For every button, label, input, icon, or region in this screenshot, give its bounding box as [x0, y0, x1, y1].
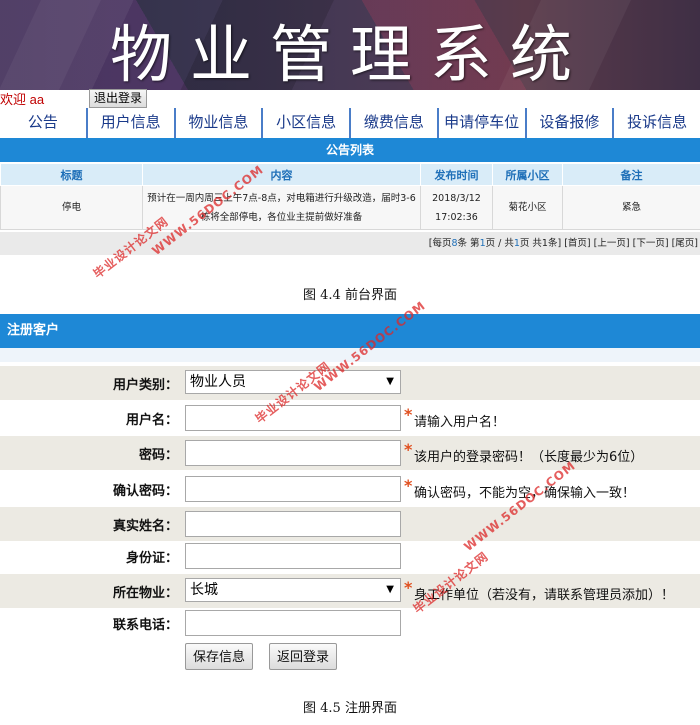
form-row-confirm-password: 确认密码： * 确认密码，不能为空，确保输入一致！ — [0, 472, 700, 506]
announcement-list-header: 公告列表 — [0, 138, 700, 162]
nav-item-user-info[interactable]: 用户信息 — [85, 108, 174, 138]
nav-item-payment-info[interactable]: 缴费信息 — [349, 108, 437, 138]
phone-label: 联系电话： — [112, 618, 178, 633]
form-row-property: 所在物业： 长城 ▼ * 身工作单位（若没有，请联系管理员添加）！ — [0, 574, 700, 608]
welcome-text: 欢迎 aa — [0, 92, 45, 107]
back-to-login-button[interactable]: 返回登录 — [269, 643, 338, 670]
nav-item-property-info[interactable]: 物业信息 — [173, 108, 262, 138]
figure-caption: 图 4.4 前台界面 — [303, 288, 397, 303]
main-nav: 公告 用户信息 物业信息 小区信息 缴费信息 申请停车位 设备报修 投诉信息 — [0, 108, 700, 138]
id-card-label: 身份证： — [125, 551, 178, 566]
pager-prev-link[interactable]: [上一页] — [594, 238, 630, 249]
table-row[interactable]: 停电 预计在一周内周三上午7点-8点，对电箱进行升级改造，届时3-6栋将全部停电… — [0, 185, 700, 230]
real-name-label: 真实姓名： — [112, 519, 178, 534]
nav-item-announcements[interactable]: 公告 — [0, 108, 86, 138]
form-row-id-card: 身份证： — [0, 539, 700, 573]
pager-text: 条 第 — [457, 238, 480, 249]
nav-item-complaints[interactable]: 投诉信息 — [612, 108, 700, 138]
username-label: 用户名： — [125, 413, 178, 428]
id-card-input[interactable] — [185, 543, 401, 569]
pagination: [每页8条 第1页 / 共1页 共1条] [首页] [上一页] [下一页] [尾… — [0, 232, 700, 255]
password-hint: 该用户的登录密码！（长度最少为6位） — [414, 450, 644, 465]
save-button[interactable]: 保存信息 — [185, 643, 254, 670]
chevron-down-icon: ▼ — [386, 376, 394, 387]
form-row-phone: 联系电话： — [0, 606, 700, 640]
chevron-down-icon: ▼ — [386, 584, 394, 595]
user-type-value: 物业人员 — [190, 374, 246, 390]
pager-next-link[interactable]: [下一页] — [633, 238, 669, 249]
announcement-table: 标题 内容 发布时间 所属小区 备注 停电 预计在一周内周三上午7点-8点，对电… — [0, 163, 700, 230]
nav-item-repair[interactable]: 设备报修 — [524, 108, 613, 138]
column-header-time: 发布时间 — [420, 163, 493, 186]
cell-time: 2018/3/12 17:02:36 — [420, 185, 493, 230]
register-header: 注册客户 — [0, 314, 700, 348]
property-label: 所在物业： — [112, 586, 178, 601]
confirm-password-input[interactable] — [185, 476, 401, 502]
required-mark: * — [404, 440, 413, 459]
table-header-row: 标题 内容 发布时间 所属小区 备注 — [0, 163, 700, 186]
phone-input[interactable] — [185, 610, 401, 636]
form-row-user-type: 用户类别： 物业人员 ▼ — [0, 366, 700, 400]
required-mark: * — [404, 578, 413, 597]
real-name-input[interactable] — [185, 511, 401, 537]
nav-item-parking-request[interactable]: 申请停车位 — [436, 108, 525, 138]
pager-last-link[interactable]: [尾页] — [672, 238, 698, 249]
cell-note: 紧急 — [562, 185, 700, 230]
pager-first-link[interactable]: [首页] — [564, 238, 590, 249]
column-header-title: 标题 — [0, 163, 143, 186]
username-input[interactable] — [185, 405, 401, 431]
pager-text: 页 共1条] — [519, 238, 562, 249]
required-mark: * — [404, 476, 413, 495]
column-header-note: 备注 — [562, 163, 700, 186]
property-select[interactable]: 长城 ▼ — [185, 578, 401, 602]
pager-text: 页 / 共 — [485, 238, 514, 249]
figure-caption: 图 4.5 注册界面 — [303, 701, 397, 716]
form-row-password: 密码： * 该用户的登录密码！（长度最少为6位） — [0, 436, 700, 470]
form-row-username: 用户名： * 请输入用户名！ — [0, 401, 700, 435]
password-label: 密码： — [138, 448, 178, 463]
confirm-password-label: 确认密码： — [112, 484, 178, 499]
banner: 物业管理系统 — [0, 0, 700, 90]
username-hint: 请输入用户名！ — [414, 415, 506, 430]
user-type-label: 用户类别： — [112, 378, 178, 393]
form-row-real-name: 真实姓名： — [0, 507, 700, 541]
column-header-content: 内容 — [142, 163, 421, 186]
cell-title: 停电 — [0, 185, 143, 230]
column-header-community: 所属小区 — [492, 163, 563, 186]
password-input[interactable] — [185, 440, 401, 466]
cell-community: 菊花小区 — [492, 185, 563, 230]
logout-button[interactable]: 退出登录 — [89, 89, 148, 108]
pager-text: [每页 — [428, 238, 452, 249]
nav-item-community-info[interactable]: 小区信息 — [261, 108, 349, 138]
required-mark: * — [404, 405, 413, 424]
banner-title: 物业管理系统 — [109, 18, 590, 90]
property-value: 长城 — [190, 582, 218, 598]
